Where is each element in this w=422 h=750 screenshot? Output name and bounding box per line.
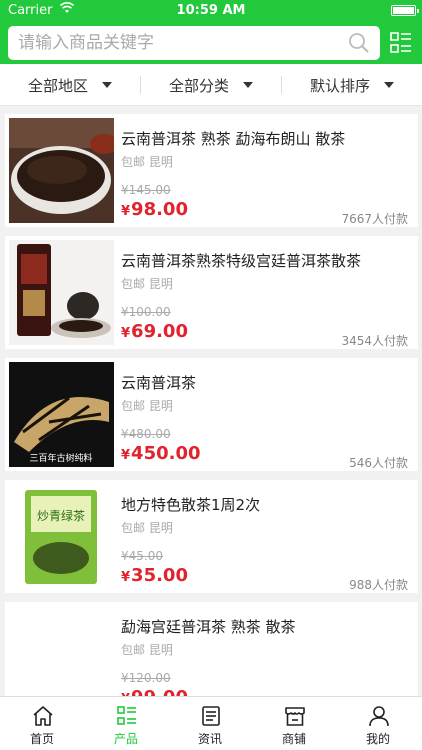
product-title: 地方特色散茶1周2次 bbox=[121, 496, 261, 514]
filter-region[interactable]: 全部地区 bbox=[0, 64, 140, 106]
news-icon bbox=[202, 706, 220, 726]
sales-count: 3454人付款 bbox=[341, 334, 408, 348]
store-icon bbox=[285, 707, 305, 726]
product-image bbox=[9, 118, 114, 223]
tab-news-label: 资讯 bbox=[197, 732, 222, 746]
search-input[interactable] bbox=[18, 26, 338, 60]
filter-category[interactable]: 全部分类 bbox=[141, 64, 281, 106]
product-image bbox=[9, 240, 114, 345]
thumb-caption: 炒青绿茶 bbox=[37, 508, 85, 523]
dropdown-arrow-icon bbox=[384, 82, 394, 88]
product-original-price: ¥480.00 bbox=[121, 427, 171, 441]
product-price: ¥98.00 bbox=[121, 199, 188, 220]
product-original-price: ¥120.00 bbox=[121, 671, 171, 685]
thumb-caption: 三百年古树纯料 bbox=[29, 452, 92, 464]
currency-symbol: ¥ bbox=[121, 326, 131, 341]
product-original-price: ¥45.00 bbox=[121, 549, 163, 563]
tab-profile[interactable]: 我的 bbox=[336, 697, 420, 750]
price-value: 69.00 bbox=[131, 321, 188, 342]
product-shipping: 包邮 昆明 bbox=[121, 399, 173, 413]
price-value: 35.00 bbox=[131, 565, 188, 586]
user-icon bbox=[369, 706, 389, 727]
product-price: ¥99.00 bbox=[121, 687, 188, 696]
product-list-icon bbox=[117, 706, 136, 725]
product-card[interactable]: 炒青绿茶 地方特色散茶1周2次 包邮 昆明 ¥45.00 ¥35.00 988人… bbox=[5, 480, 418, 593]
product-card[interactable]: 云南普洱茶 熟茶 勐海布朗山 散茶 包邮 昆明 ¥145.00 ¥98.00 7… bbox=[5, 114, 418, 227]
sales-count: 546人付款 bbox=[349, 456, 408, 470]
battery-icon bbox=[391, 5, 419, 16]
product-card[interactable]: 云南普洱茶熟茶特级宫廷普洱茶散茶 包邮 昆明 ¥100.00 ¥69.00 34… bbox=[5, 236, 418, 349]
product-title: 勐海宫廷普洱茶 熟茶 散茶 bbox=[121, 618, 296, 636]
search-icon[interactable] bbox=[348, 32, 370, 54]
tab-store-label: 商铺 bbox=[281, 732, 306, 746]
status-time: 10:59 AM bbox=[176, 3, 246, 18]
product-card[interactable]: 勐海宫廷普洱茶 熟茶 散茶 包邮 昆明 ¥120.00 ¥99.00 bbox=[5, 602, 418, 696]
product-card[interactable]: 三百年古树纯料 云南普洱茶 包邮 昆明 ¥480.00 ¥450.00 546人… bbox=[5, 358, 418, 471]
tab-news[interactable]: 资讯 bbox=[168, 697, 252, 750]
filter-sort[interactable]: 默认排序 bbox=[282, 64, 422, 106]
dropdown-arrow-icon bbox=[243, 82, 253, 88]
product-title: 云南普洱茶熟茶特级宫廷普洱茶散茶 bbox=[121, 252, 362, 270]
search-box[interactable] bbox=[8, 26, 380, 60]
price-value: 98.00 bbox=[131, 199, 188, 220]
home-icon bbox=[33, 706, 53, 726]
product-price: ¥450.00 bbox=[121, 443, 201, 464]
sales-count: 988人付款 bbox=[349, 578, 408, 592]
sales-count: 7667人付款 bbox=[341, 212, 408, 226]
bottom-tab-bar: 首页 产品 资讯 商铺 我的 bbox=[0, 696, 422, 750]
currency-symbol: ¥ bbox=[121, 448, 131, 463]
product-image: 炒青绿茶 bbox=[9, 484, 114, 589]
currency-symbol: ¥ bbox=[121, 204, 131, 219]
product-shipping: 包邮 昆明 bbox=[121, 643, 173, 657]
tab-home[interactable]: 首页 bbox=[0, 697, 84, 750]
tab-products[interactable]: 产品 bbox=[84, 697, 168, 750]
product-original-price: ¥145.00 bbox=[121, 183, 171, 197]
tab-profile-label: 我的 bbox=[365, 732, 390, 746]
filter-category-label: 全部分类 bbox=[168, 76, 229, 95]
price-value: 99.00 bbox=[131, 687, 188, 696]
price-value: 450.00 bbox=[131, 443, 201, 464]
dropdown-arrow-icon bbox=[102, 82, 112, 88]
category-menu-icon[interactable] bbox=[389, 31, 413, 55]
product-title: 云南普洱茶 bbox=[121, 374, 197, 392]
product-shipping: 包邮 昆明 bbox=[121, 277, 173, 291]
filter-region-label: 全部地区 bbox=[27, 76, 88, 95]
filter-bar: 全部地区 全部分类 默认排序 bbox=[0, 64, 422, 106]
product-shipping: 包邮 昆明 bbox=[121, 155, 173, 169]
product-image: 三百年古树纯料 bbox=[9, 362, 114, 467]
product-title: 云南普洱茶 熟茶 勐海布朗山 散茶 bbox=[121, 130, 346, 148]
currency-symbol: ¥ bbox=[121, 570, 131, 585]
product-list: 云南普洱茶 熟茶 勐海布朗山 散茶 包邮 昆明 ¥145.00 ¥98.00 7… bbox=[0, 106, 422, 696]
filter-sort-label: 默认排序 bbox=[309, 76, 370, 95]
product-shipping: 包邮 昆明 bbox=[121, 521, 173, 535]
tab-store[interactable]: 商铺 bbox=[252, 697, 336, 750]
product-original-price: ¥100.00 bbox=[121, 305, 171, 319]
tab-products-label: 产品 bbox=[113, 732, 138, 746]
product-price: ¥35.00 bbox=[121, 565, 188, 586]
top-bar: Carrier 10:59 AM bbox=[0, 0, 422, 64]
status-bar: Carrier 10:59 AM bbox=[0, 0, 422, 22]
product-image bbox=[9, 606, 114, 696]
product-price: ¥69.00 bbox=[121, 321, 188, 342]
tab-home-label: 首页 bbox=[29, 732, 54, 746]
